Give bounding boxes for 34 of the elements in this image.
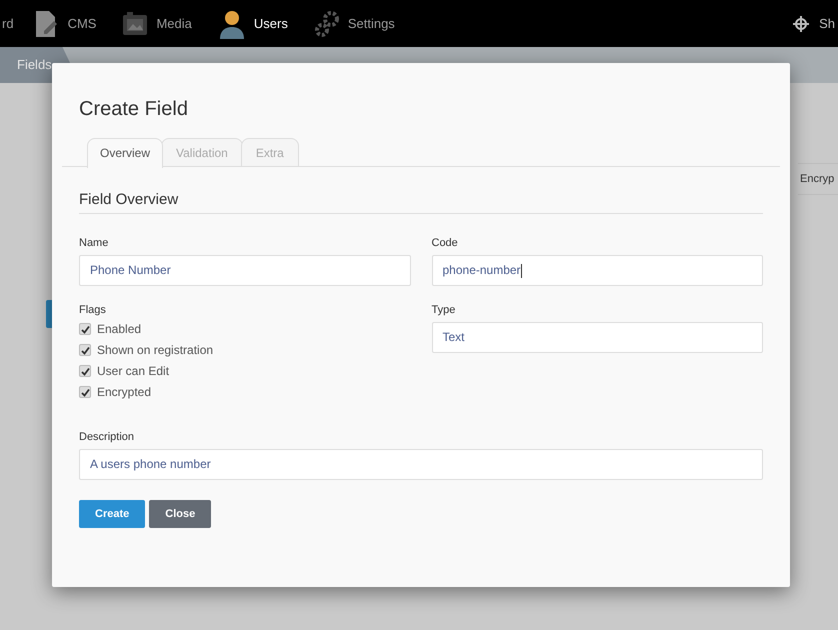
checkbox[interactable] [79,365,91,377]
create-button[interactable]: Create [79,500,146,528]
document-icon [34,8,60,38]
input-field[interactable]: Phone Number [79,255,410,286]
nav-item[interactable]: Users [218,8,288,38]
table-cell: Encryp [800,173,834,185]
field-label: Name [79,237,110,249]
crosshair-icon [793,16,810,32]
input-field[interactable]: A users phone number [79,449,763,480]
checkbox[interactable] [79,344,91,356]
nav-item[interactable]: CMS [34,8,96,38]
gears-icon [314,10,340,38]
nav-item[interactable]: Settings [314,10,395,38]
field-label: Flags [79,304,107,316]
user-icon [218,8,246,38]
checkbox[interactable] [79,386,91,398]
field-label: Type [432,304,456,316]
section-title: Field Overview [79,191,763,214]
input-field[interactable]: phone-number [432,255,763,286]
input-field[interactable]: Text [432,322,763,353]
field-label: Code [432,237,459,249]
nav-item[interactable]: rd [2,16,14,31]
checkbox-label: User can Edit [97,364,170,378]
checkbox[interactable] [79,323,91,335]
nav-item[interactable]: Media [122,12,192,36]
checkbox-label: Encrypted [97,385,152,399]
tab[interactable]: Overview [87,138,164,168]
checkbox-label: Enabled [97,322,142,336]
nav-item[interactable]: Sh [793,16,835,32]
field-label: Description [79,431,136,443]
image-icon [122,12,148,36]
modal-title: Create Field [79,98,189,121]
close-button[interactable]: Close [149,500,212,528]
checkbox-label: Shown on registration [97,343,214,357]
